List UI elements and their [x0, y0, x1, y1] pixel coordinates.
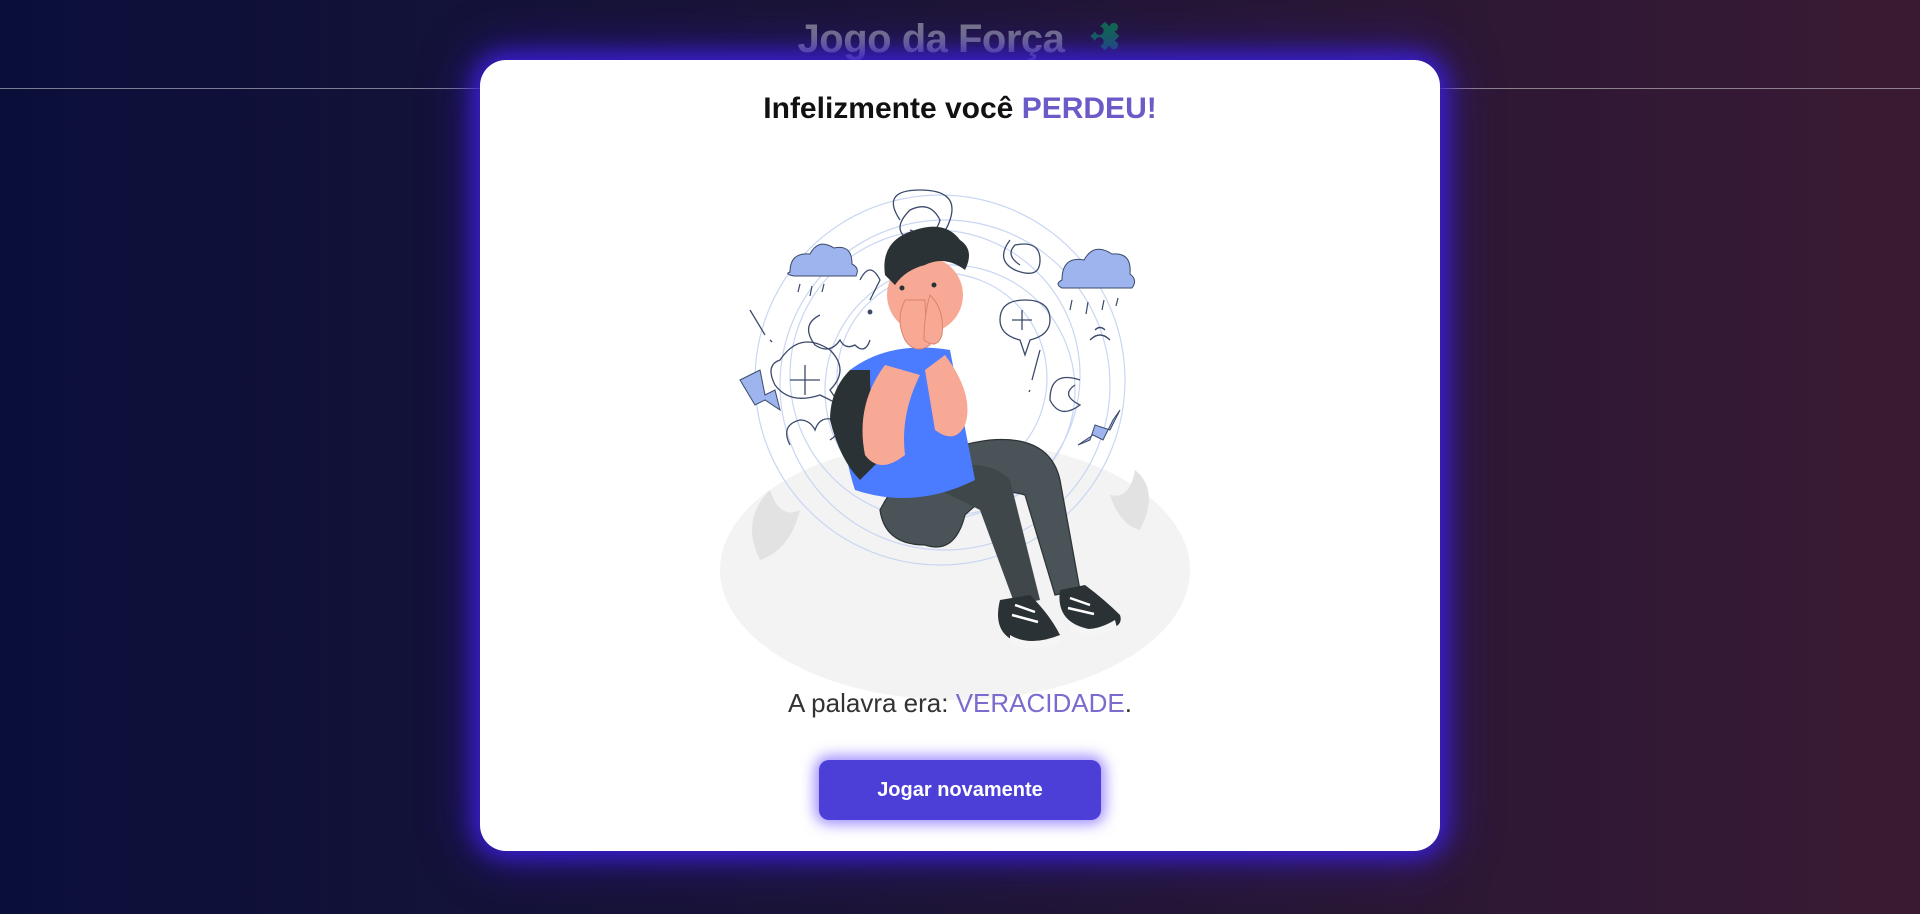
secret-word: VERACIDADE — [955, 688, 1125, 718]
word-suffix: . — [1124, 688, 1132, 718]
word-reveal: A palavra era: VERACIDADE. — [480, 688, 1440, 719]
result-modal: Infelizmente você PERDEU! A palavra era:… — [480, 60, 1440, 851]
app-title-text: Jogo da Força — [797, 17, 1065, 61]
play-again-button[interactable]: Jogar novamente — [819, 760, 1101, 820]
result-title-accent: PERDEU! — [1021, 92, 1157, 125]
puzzle-icon — [1090, 21, 1120, 51]
app-title: Jogo da Força — [0, 14, 1920, 62]
sad-person-illustration — [720, 189, 1190, 700]
result-title-prefix: Infelizmente você — [763, 92, 1022, 125]
word-prefix: A palavra era: — [788, 688, 956, 718]
result-title: Infelizmente você PERDEU! — [480, 92, 1440, 126]
